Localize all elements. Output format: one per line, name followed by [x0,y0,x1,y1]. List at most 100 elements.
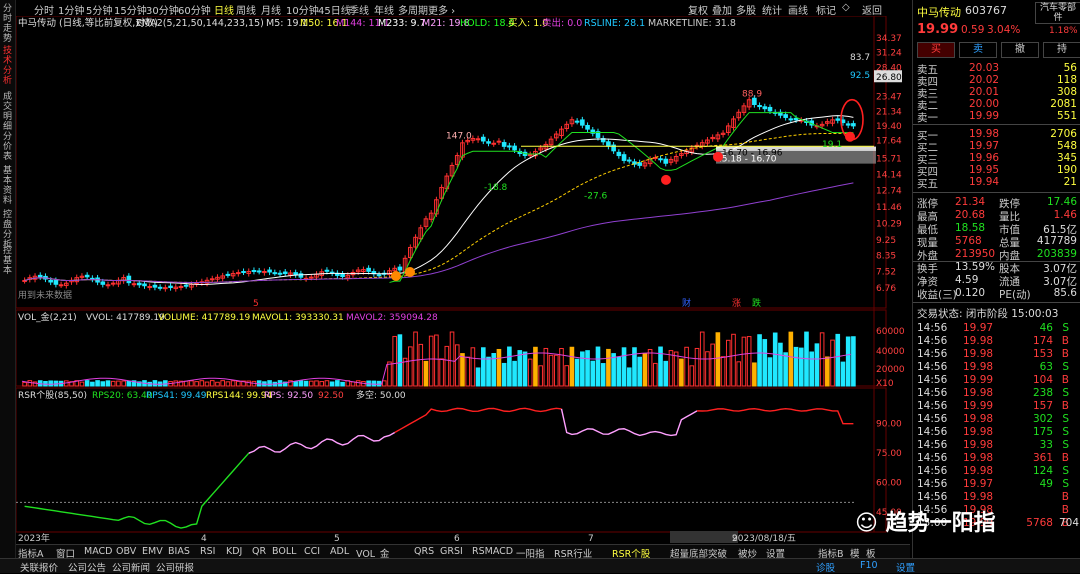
tick-side: S [1062,426,1069,438]
stock-name: 中马传动 [917,6,961,19]
left-tab-4[interactable]: 基本资料 [0,166,15,206]
volume-bar [778,342,783,387]
indicator-tab-8[interactable]: QR [252,546,266,557]
candle-body [340,273,345,278]
toolbar-btn-1[interactable]: 叠加 [712,2,732,17]
tick-vol: 174 [1032,335,1053,347]
price-axis-label: 7.52 [876,268,896,278]
toolbar-btn-2[interactable]: 多股 [736,2,756,17]
indicator-hold: HOLD: 18.6 [460,18,515,29]
candle-body [136,282,142,286]
action-btn-3[interactable]: 持 [1043,42,1080,58]
period-tab-0[interactable]: 分时 [34,2,54,17]
candle-body [574,120,580,123]
period-tab-2[interactable]: 5分钟 [86,2,112,17]
volume-bar [267,380,272,387]
period-tab-4[interactable]: 30分钟 [146,2,179,17]
period-tab-9[interactable]: 10分钟 [286,2,319,17]
indicator-tab-6[interactable]: RSI [200,546,215,557]
indicator-tab-14[interactable]: GRSI [440,546,463,557]
sell-price: 19.99 [969,110,1000,122]
indicator-tab-9[interactable]: BOLL [272,546,296,557]
candle-body [653,156,658,159]
period-tab-6[interactable]: 日线 [214,2,234,17]
candle-body [178,285,184,288]
rsr-header-4: RPS: 92.50 [264,391,313,401]
toolbar-btn-3[interactable]: 统计 [762,2,782,17]
indicator-tab-7[interactable]: KDJ [226,546,242,557]
period-tab-8[interactable]: 月线 [261,2,281,17]
tick-price: 19.99 [963,400,994,412]
volume-bar [90,381,95,387]
status-item-5[interactable]: F10 [860,560,878,571]
period-tab-3[interactable]: 15分钟 [114,2,147,17]
price-top-label-1: 83.7 [850,53,870,63]
period-tab-1[interactable]: 1分钟 [58,2,84,17]
indicator-tab-4[interactable]: EMV [142,546,163,557]
volume-bar [423,360,429,387]
candle-body [585,124,590,130]
tick-side: B [1061,400,1069,412]
tick-price: 19.98 [963,439,994,451]
candle-body [105,284,111,287]
indicator-tab-11[interactable]: ADL [330,546,349,557]
status-bar: 关联报价 公司公告 公司新闻 公司研报 诊股 F10 设置 [0,558,1080,574]
volume-bar [715,332,721,387]
volume-bar [460,353,465,387]
indicator-tab-13[interactable]: QRS [414,546,434,557]
volume-bar [840,361,846,387]
stat-value: 213950 [955,248,996,260]
candle-body [126,275,132,284]
indicator-ema: EMA2(5,21,50,144,233,15) [136,18,264,29]
period-tab-11[interactable]: 季线 [349,2,369,17]
action-btn-0[interactable]: 买 [917,42,955,58]
volume-bar [679,358,684,387]
left-tab-1[interactable]: 技术分析 [0,46,15,86]
left-tab-6[interactable]: 控基本 [0,246,15,276]
tick-vol: 153 [1032,348,1053,360]
period-tab-10[interactable]: 45日线 [318,2,351,17]
indicator-tab-10[interactable]: CCI [304,546,320,557]
volume-bar [340,381,345,387]
toolbar-btn-4[interactable]: 画线 [788,2,808,17]
toolbar-btn-0[interactable]: 复权 [688,2,708,17]
volume-bar [621,347,627,387]
volume-bar [642,353,648,387]
toolbar-btn-6[interactable]: ◇ [842,2,850,13]
volume-bar [798,347,804,387]
toolbar-btn-7[interactable]: 返回 [862,2,882,17]
rsr-axis-label: 75.00 [876,449,902,459]
period-tab-7[interactable]: 周线 [236,2,256,17]
future-data-note: 用到未来数据 [18,289,72,301]
left-tab-5[interactable]: 控盘分析 [0,210,15,250]
period-tab-13[interactable]: 多周期 [398,2,428,17]
indicator-tab-3[interactable]: OBV [116,546,136,557]
action-btn-2[interactable]: 撤 [1001,42,1039,58]
last-price: 19.99 [917,22,959,37]
annotation-5: 5 [253,299,259,309]
period-tab-12[interactable]: 年线 [374,2,394,17]
volume-bar [517,350,523,387]
indicator-tab-2[interactable]: MACD [84,546,112,557]
indicator-tab-5[interactable]: BIAS [168,546,190,557]
left-tab-3[interactable]: 分价表 [0,132,15,162]
chart-area[interactable]: 中马传动 (日线,等比前复权,对数)EMA2(5,21,50,144,233,1… [16,16,910,544]
left-tab-0[interactable]: 分时走势 [0,4,15,44]
candle-body [183,284,189,287]
candle-body [663,158,669,164]
volume-bar [595,346,601,387]
tick-vol: 46 [1039,322,1053,334]
volume-bar [600,363,606,387]
period-tab-14[interactable]: 更多 › [428,2,455,17]
sell-price: 20.02 [969,74,1000,86]
toolbar-btn-5[interactable]: 标记 [816,2,836,17]
tick-price: 19.98 [963,465,994,477]
volume-bar [762,339,768,387]
industry-tag[interactable]: 汽车零部件 [1035,2,1080,24]
action-btn-1[interactable]: 卖 [959,42,997,58]
indicator-sell: 卖出: 0.0 [542,17,582,29]
volume-bar [663,360,669,387]
period-tab-5[interactable]: 60分钟 [178,2,211,17]
indicator-tab-15[interactable]: RSMACD [472,546,513,557]
left-tab-2[interactable]: 成交明细 [0,92,15,132]
